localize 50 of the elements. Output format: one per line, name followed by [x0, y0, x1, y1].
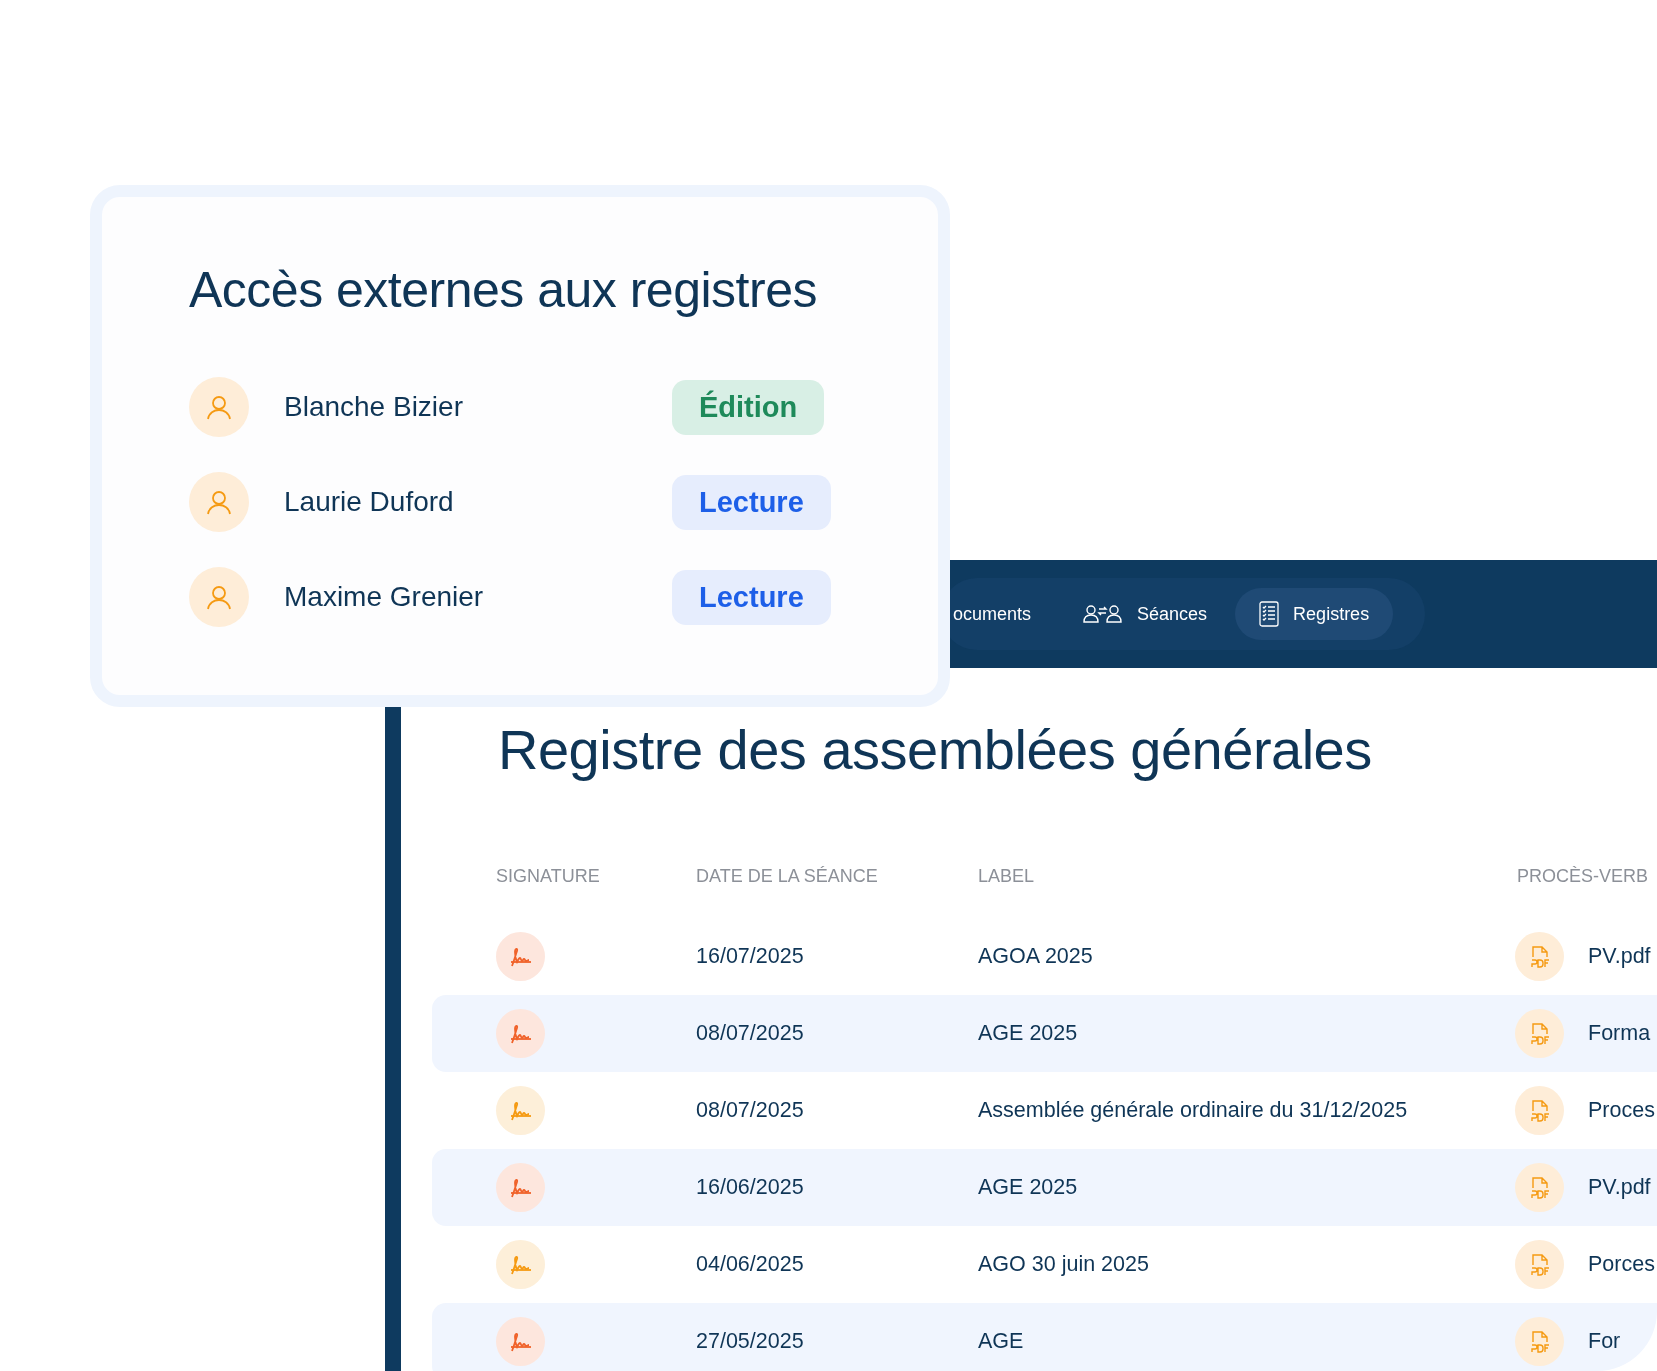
people-icon	[1083, 604, 1124, 624]
label-cell-text: AGE	[978, 1329, 1025, 1354]
page-title: Registre des assemblées générales	[498, 717, 1373, 783]
date-cell-text: 08/07/2025	[696, 1021, 805, 1046]
date-cell-text: 27/05/2025	[696, 1329, 805, 1354]
nav-tab[interactable]: Séances	[1059, 588, 1232, 640]
pdf-icon[interactable]	[1515, 1163, 1564, 1212]
avatar-icon	[189, 567, 249, 627]
signature-icon[interactable]	[508, 1331, 533, 1352]
label-cell-text: Assemblée générale ordinaire du 31/12/2025	[978, 1098, 1409, 1123]
signature-icon[interactable]	[508, 1100, 533, 1121]
column-header: PROCÈS-VERB	[1517, 865, 1650, 887]
pdf-icon[interactable]	[1515, 1009, 1564, 1058]
date-cell-text: 04/06/2025	[696, 1252, 805, 1277]
user-name: Laurie Duford	[284, 486, 455, 518]
column-header: DATE DE LA SÉANCE	[696, 865, 879, 887]
user-name: Maxime Grenier	[284, 581, 485, 613]
role-badge[interactable]: Édition	[672, 379, 825, 435]
signature-icon[interactable]	[508, 946, 533, 967]
user-name: Blanche Bizier	[284, 391, 464, 423]
file-link[interactable]: Proces	[1588, 1098, 1655, 1123]
file-link[interactable]: Porces	[1588, 1252, 1655, 1277]
file-link[interactable]: Forma	[1588, 1021, 1651, 1046]
avatar-icon	[189, 472, 249, 532]
signature-icon[interactable]	[508, 1177, 533, 1198]
nav-tab[interactable]: ocuments	[953, 588, 1056, 640]
label-cell-text: AGE 2025	[978, 1021, 1079, 1046]
pdf-icon[interactable]	[1515, 1086, 1564, 1135]
card-title: Accès externes aux registres	[189, 261, 818, 319]
role-badge[interactable]: Lecture	[672, 474, 831, 530]
pdf-icon[interactable]	[1515, 932, 1564, 981]
date-cell-text: 16/06/2025	[696, 1175, 805, 1200]
column-header: LABEL	[978, 865, 1036, 887]
pdf-icon[interactable]	[1515, 1240, 1564, 1289]
column-header: SIGNATURE	[496, 865, 601, 887]
label-cell-text: AGO 30 juin 2025	[978, 1252, 1150, 1277]
list-icon	[1259, 601, 1280, 627]
signature-icon[interactable]	[508, 1254, 533, 1275]
file-link[interactable]: PV.pdf	[1588, 1175, 1651, 1200]
label-cell-text: AGE 2025	[978, 1175, 1079, 1200]
role-badge[interactable]: Lecture	[672, 569, 831, 625]
date-cell-text: 16/07/2025	[696, 944, 805, 969]
file-link[interactable]: PV.pdf	[1588, 944, 1651, 969]
pdf-icon[interactable]	[1515, 1317, 1564, 1366]
label-cell-text: AGOA 2025	[978, 944, 1094, 969]
file-link[interactable]: For	[1588, 1329, 1621, 1354]
date-cell-text: 08/07/2025	[696, 1098, 805, 1123]
nav-tab[interactable]: Registres	[1235, 588, 1394, 640]
avatar-icon	[189, 377, 249, 437]
signature-icon[interactable]	[508, 1023, 533, 1044]
